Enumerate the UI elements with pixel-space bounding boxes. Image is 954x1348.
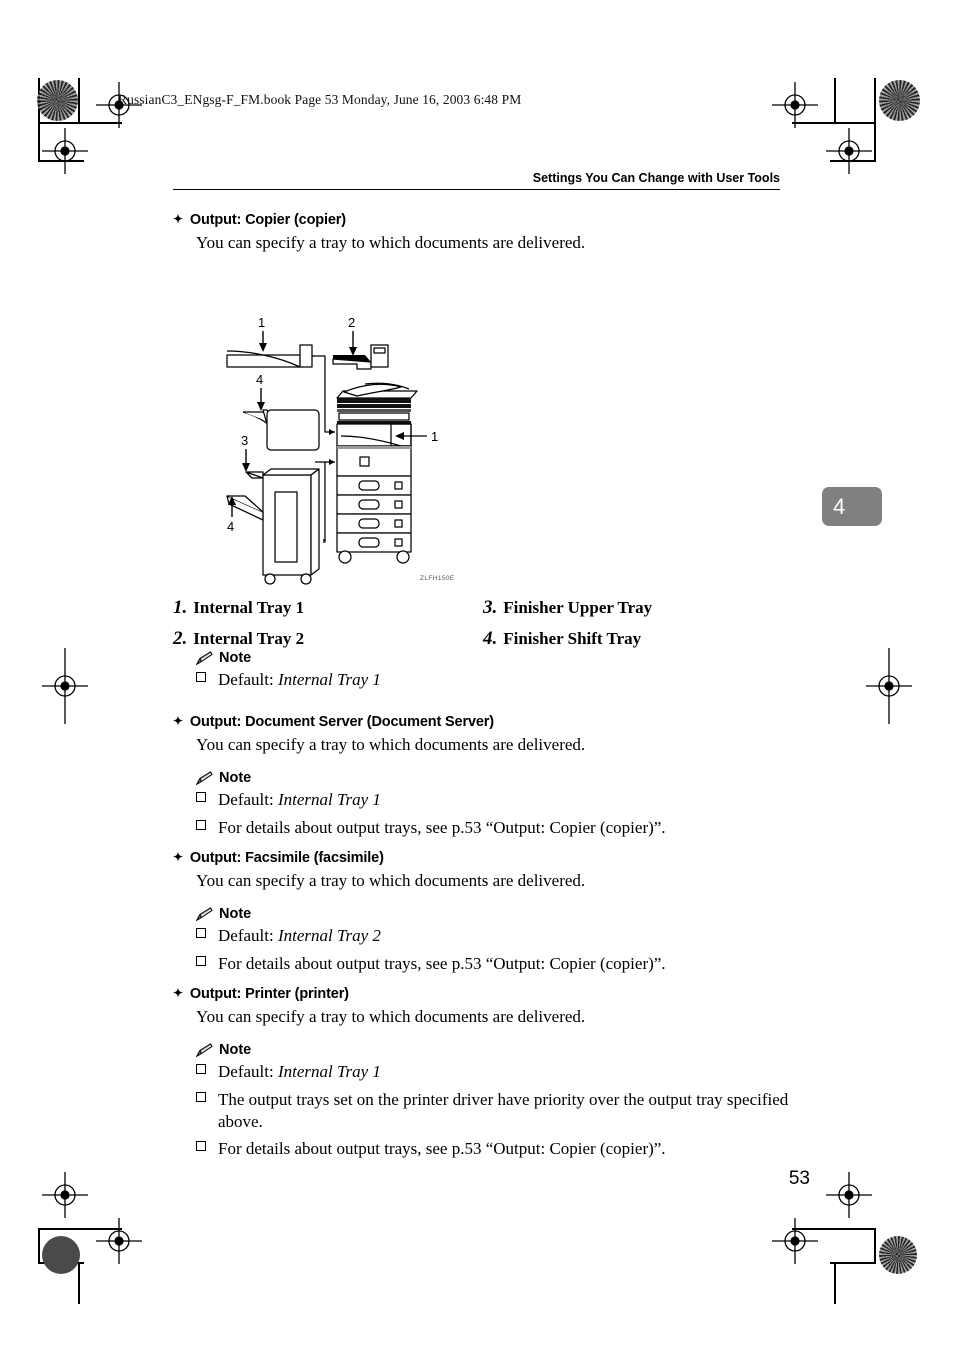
legend-item-internal-tray-2: 2. Internal Tray 2 — [173, 628, 483, 650]
note-text-pre: Default: — [218, 670, 278, 689]
section-output-printer: ✦ Output: Printer (printer) You can spec… — [173, 986, 793, 1165]
note-text-pre: Default: — [218, 790, 278, 810]
note-text-pre: Default: — [218, 926, 278, 946]
figure-callout-4a: 4 — [256, 372, 263, 387]
note-text-italic: Internal Tray 2 — [277, 926, 381, 946]
pencil-icon — [196, 907, 213, 922]
figure-callout-1: 1 — [258, 315, 265, 330]
pencil-icon — [196, 1043, 213, 1058]
section-heading: ✦ Output: Copier (copier) — [173, 212, 793, 228]
page-content: RussianC3_ENgsg-F_FM.book Page 53 Monday… — [0, 0, 954, 1348]
figure-callout-4b: 4 — [227, 519, 234, 534]
page-number: 53 — [788, 1168, 810, 1189]
output-trays-diagram: 1 2 4 3 4 1 ZLFH150E — [205, 312, 505, 597]
square-bullet-icon — [196, 819, 206, 830]
note-item: For details about output trays, see p.53… — [196, 817, 793, 839]
diamond-bullet-icon: ✦ — [173, 986, 183, 1000]
note-text-pre: The output trays set on the printer driv… — [218, 1089, 789, 1131]
note-title: Note — [196, 906, 793, 922]
pencil-icon — [196, 650, 213, 665]
legend-label: Internal Tray 2 — [193, 629, 305, 648]
note-output-copier: Note Default: Internal Tray 1 — [173, 650, 793, 696]
section-heading: ✦ Output: Printer (printer) — [173, 986, 793, 1002]
square-bullet-icon — [196, 1091, 206, 1102]
note-title: Note — [196, 770, 793, 786]
diamond-bullet-icon: ✦ — [173, 850, 183, 864]
section-heading-text: Output: Facsimile (facsimile) — [189, 850, 384, 866]
figure-code-label: ZLFH150E — [420, 575, 455, 582]
note-list: Default: Internal Tray 1 — [196, 669, 793, 691]
copier-output-diagram-svg: 1 2 4 3 4 1 — [226, 315, 438, 585]
legend-item-finisher-shift-tray: 4. Finisher Shift Tray — [483, 628, 793, 650]
section-output-copier: ✦ Output: Copier (copier) You can specif… — [173, 212, 793, 254]
legend-number: 1. — [173, 597, 188, 618]
print-file-header: RussianC3_ENgsg-F_FM.book Page 53 Monday… — [118, 92, 522, 107]
square-bullet-icon — [196, 1140, 206, 1151]
note-text-pre: For details about output trays, see p.53… — [218, 953, 666, 973]
section-heading: ✦ Output: Facsimile (facsimile) — [173, 850, 793, 866]
square-bullet-icon — [196, 955, 206, 966]
figure-callout-3: 3 — [241, 433, 248, 448]
diamond-bullet-icon: ✦ — [173, 212, 183, 226]
note-label: Note — [219, 770, 252, 787]
diamond-bullet-icon: ✦ — [173, 714, 183, 728]
legend-item-finisher-upper-tray: 3. Finisher Upper Tray — [483, 597, 793, 619]
note-block: Note Default: Internal Tray 1 For detail… — [196, 770, 793, 838]
section-body: You can specify a tray to which document… — [196, 1007, 586, 1026]
legend-label: Finisher Upper Tray — [503, 598, 653, 617]
section-output-facsimile: ✦ Output: Facsimile (facsimile) You can … — [173, 850, 793, 980]
legend-number: 3. — [483, 597, 498, 618]
square-bullet-icon — [196, 1064, 206, 1075]
square-bullet-icon — [196, 792, 206, 803]
note-text-pre: Default: — [218, 1062, 278, 1082]
note-text-italic: Internal Tray 1 — [277, 670, 381, 689]
running-header: Settings You Can Change with User Tools — [173, 171, 780, 190]
legend-row: 2. Internal Tray 2 4. Finisher Shift Tra… — [173, 628, 793, 650]
chapter-tab-marker: 4 — [822, 487, 882, 526]
note-item: Default: Internal Tray 1 — [196, 1061, 793, 1083]
note-label: Note — [219, 650, 252, 666]
legend-label: Finisher Shift Tray — [503, 629, 642, 648]
note-item: Default: Internal Tray 1 — [196, 669, 793, 691]
note-item: The output trays set on the printer driv… — [196, 1089, 793, 1133]
pencil-icon — [196, 771, 213, 786]
section-heading-text: Output: Printer (printer) — [189, 986, 349, 1002]
square-bullet-icon — [196, 928, 206, 939]
note-list: Default: Internal Tray 2 For details abo… — [196, 925, 793, 974]
note-label: Note — [219, 906, 252, 923]
note-item: Default: Internal Tray 2 — [196, 925, 793, 947]
legend-label: Internal Tray 1 — [193, 598, 305, 617]
section-body: You can specify a tray to which document… — [196, 735, 586, 754]
legend-number: 4. — [483, 628, 498, 649]
note-text-italic: Internal Tray 1 — [277, 1062, 381, 1082]
note-list: Default: Internal Tray 1 The output tray… — [196, 1061, 793, 1159]
section-output-document-server: ✦ Output: Document Server (Document Serv… — [173, 714, 793, 844]
section-body: You can specify a tray to which document… — [196, 233, 586, 252]
section-body: You can specify a tray to which document… — [196, 871, 586, 890]
note-item: For details about output trays, see p.53… — [196, 953, 793, 975]
note-item: For details about output trays, see p.53… — [196, 1138, 793, 1160]
note-item: Default: Internal Tray 1 — [196, 789, 793, 811]
note-block: Note Default: Internal Tray 2 For detail… — [196, 906, 793, 974]
section-heading-text: Output: Copier (copier) — [189, 212, 346, 228]
section-heading: ✦ Output: Document Server (Document Serv… — [173, 714, 793, 730]
figure-callout-2: 2 — [348, 315, 355, 330]
square-bullet-icon — [196, 672, 206, 682]
note-block: Note Default: Internal Tray 1 — [196, 650, 793, 691]
note-title: Note — [196, 650, 793, 666]
note-text-pre: For details about output trays, see p.53… — [218, 817, 666, 837]
note-block: Note Default: Internal Tray 1 The output… — [196, 1042, 793, 1159]
section-heading-text: Output: Document Server (Document Server… — [189, 714, 494, 730]
note-list: Default: Internal Tray 1 For details abo… — [196, 789, 793, 838]
legend-row: 1. Internal Tray 1 3. Finisher Upper Tra… — [173, 597, 793, 619]
note-title: Note — [196, 1042, 793, 1058]
figure-callout-1b: 1 — [431, 429, 438, 444]
note-label: Note — [219, 1042, 252, 1059]
note-text-italic: Internal Tray 1 — [277, 790, 381, 810]
note-text-pre: For details about output trays, see p.53… — [218, 1138, 666, 1158]
legend-number: 2. — [173, 628, 188, 649]
legend-item-internal-tray-1: 1. Internal Tray 1 — [173, 597, 483, 619]
